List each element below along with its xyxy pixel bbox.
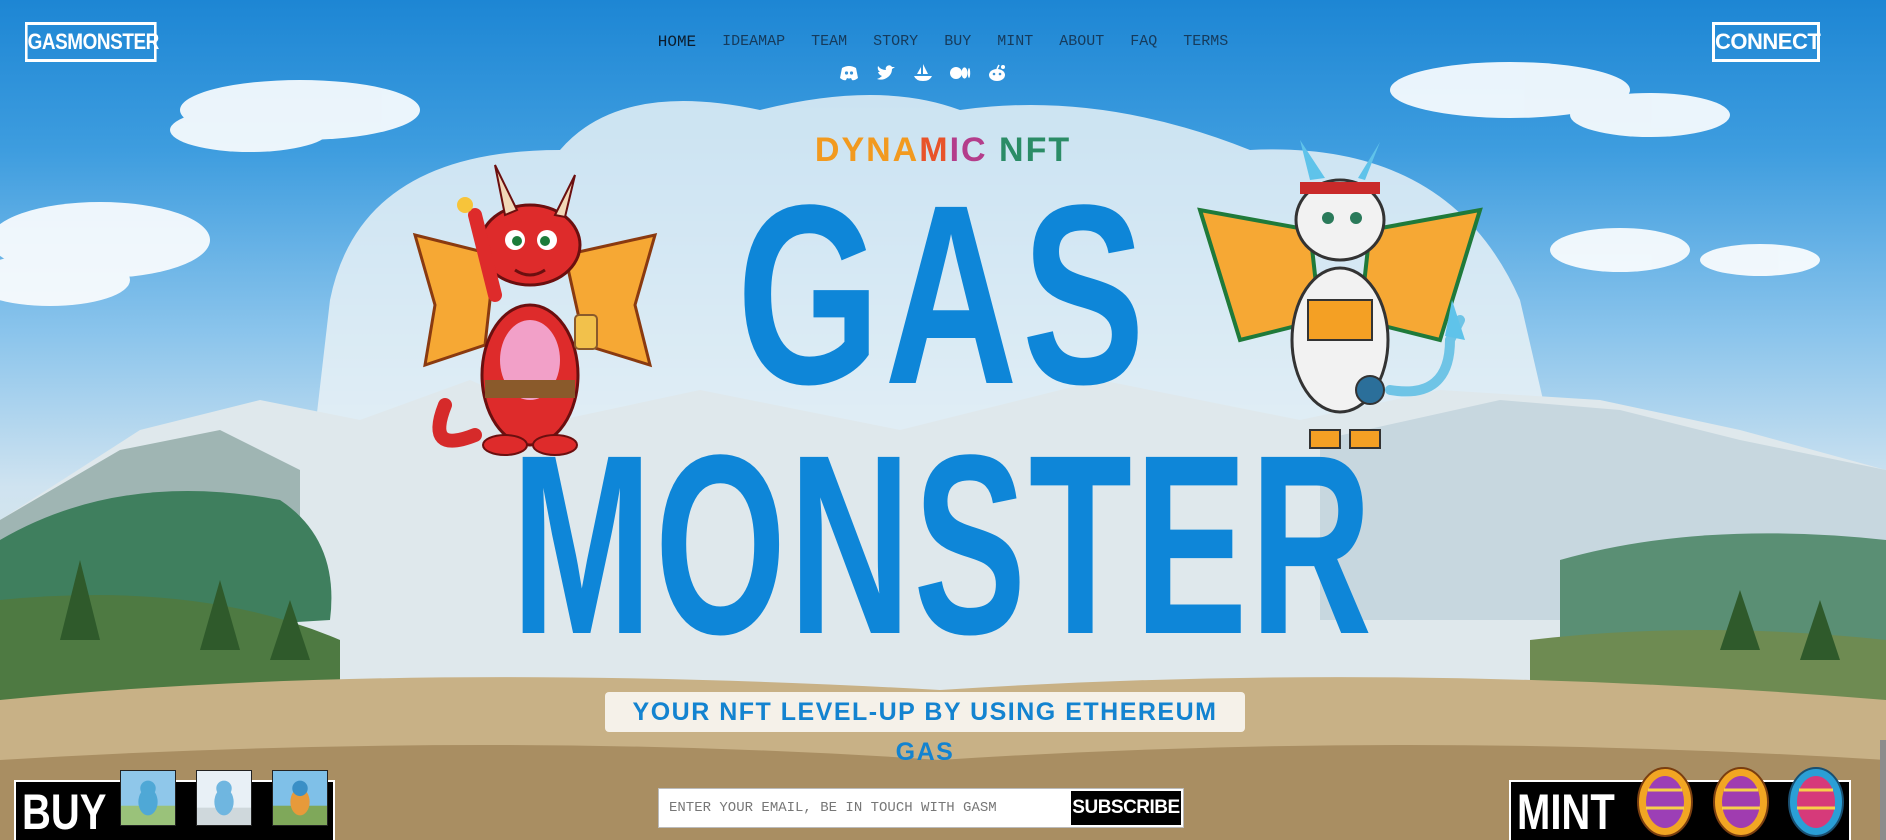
nav-team[interactable]: TEAM bbox=[811, 30, 847, 54]
egg-1[interactable] bbox=[1634, 760, 1696, 838]
egg-2[interactable] bbox=[1710, 760, 1772, 838]
subscribe-button[interactable]: SUBSCRIBE bbox=[1071, 791, 1181, 825]
buy-label: BUY bbox=[22, 784, 107, 840]
hero-tagline: YOUR NFT LEVEL-UP BY USING ETHEREUM GAS bbox=[632, 698, 1218, 766]
mint-label: MINT bbox=[1517, 784, 1615, 840]
nav-ideamap[interactable]: IDEAMAP bbox=[722, 30, 785, 54]
red-dragon-illustration bbox=[412, 164, 658, 456]
reddit-icon[interactable] bbox=[986, 62, 1008, 84]
medium-icon[interactable] bbox=[949, 62, 971, 84]
nft-thumbnail-3[interactable] bbox=[272, 770, 328, 826]
nav-mint[interactable]: MINT bbox=[997, 30, 1033, 54]
nav-faq[interactable]: FAQ bbox=[1130, 30, 1157, 54]
nav-terms[interactable]: TERMS bbox=[1183, 30, 1228, 54]
discord-icon[interactable] bbox=[838, 62, 860, 84]
nav-buy[interactable]: BUY bbox=[944, 30, 971, 54]
nft-thumbnail-1[interactable] bbox=[120, 770, 176, 826]
main-nav: HOME IDEAMAP TEAM STORY BUY MINT ABOUT F… bbox=[600, 30, 1286, 54]
tagline-banner: YOUR NFT LEVEL-UP BY USING ETHEREUM GAS bbox=[605, 692, 1245, 766]
nav-about[interactable]: ABOUT bbox=[1059, 30, 1104, 54]
email-input[interactable] bbox=[659, 789, 1069, 827]
nav-home[interactable]: HOME bbox=[658, 30, 696, 54]
nav-story[interactable]: STORY bbox=[873, 30, 918, 54]
connect-wallet-button[interactable]: CONNECT bbox=[1712, 22, 1821, 62]
twitter-icon[interactable] bbox=[875, 62, 897, 84]
hero-title-line1: GAS bbox=[736, 152, 1150, 438]
site-logo[interactable]: GASMONSTER bbox=[25, 22, 159, 62]
robot-dragon-illustration bbox=[1197, 140, 1483, 449]
nft-thumbnail-2[interactable] bbox=[196, 770, 252, 826]
hero-section: GASMONSTER CONNECT HOME IDEAMAP TEAM STO… bbox=[0, 0, 1886, 840]
subscribe-form: SUBSCRIBE bbox=[658, 788, 1184, 828]
egg-3[interactable] bbox=[1785, 760, 1847, 838]
social-links bbox=[838, 62, 1038, 84]
page-scrollbar[interactable] bbox=[1880, 740, 1886, 840]
opensea-icon[interactable] bbox=[912, 62, 934, 84]
